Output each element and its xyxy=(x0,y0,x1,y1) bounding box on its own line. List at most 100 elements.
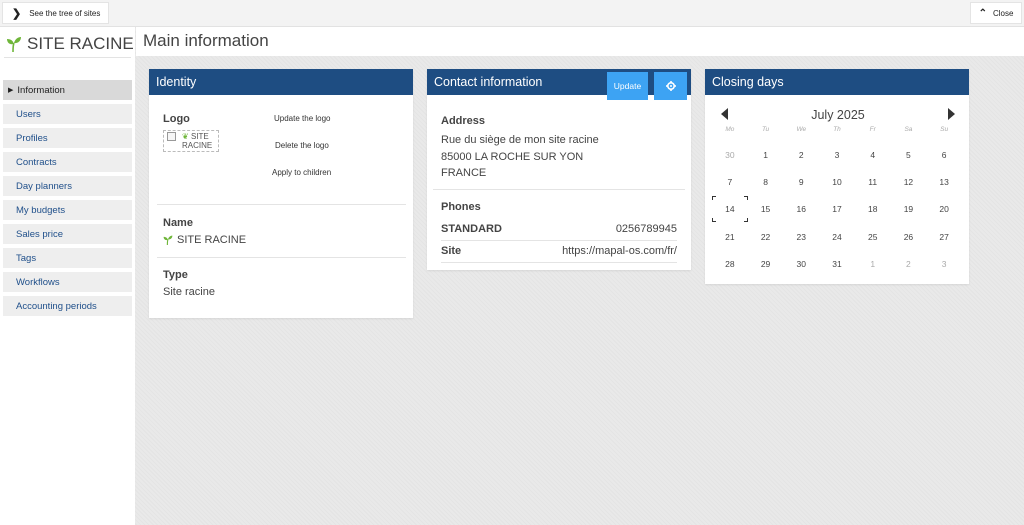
weekday-label: Sa xyxy=(904,126,913,133)
closing-days-header: Closing days xyxy=(705,69,969,95)
phone-row-site: Site https://mapal-os.com/fr/ xyxy=(441,245,677,257)
calendar-day[interactable]: 5 xyxy=(891,141,927,168)
sidebar-item-label: Contracts xyxy=(16,156,57,168)
site-title-text: SITE RACINE xyxy=(27,34,134,53)
calendar-day[interactable]: 30 xyxy=(783,251,819,278)
sidebar-item-label: Information xyxy=(17,84,65,96)
type-label: Type xyxy=(163,269,188,281)
address-line: Rue du siège de mon site racine xyxy=(441,134,599,146)
sidebar-item-workflows[interactable]: Workflows xyxy=(3,272,132,292)
calendar-day[interactable]: 11 xyxy=(855,168,891,195)
sprout-icon xyxy=(163,235,173,245)
triangle-right-icon[interactable] xyxy=(948,108,955,120)
apply-to-children-link[interactable]: Apply to children xyxy=(272,168,331,177)
calendar-day[interactable]: 6 xyxy=(926,141,962,168)
chevron-up-icon: ⌃ xyxy=(978,7,987,19)
delete-logo-link[interactable]: Delete the logo xyxy=(275,141,329,150)
address-line: 85000 LA ROCHE SUR YON xyxy=(441,150,584,163)
type-value: Site racine xyxy=(163,286,215,298)
sidebar-item-label: Users xyxy=(16,108,41,120)
logo-image: ❦ SITE RACINE xyxy=(163,130,219,152)
weekday-label: Mo xyxy=(725,126,735,133)
sidebar-item-contracts[interactable]: Contracts xyxy=(3,152,132,172)
update-logo-link[interactable]: Update the logo xyxy=(274,114,331,123)
sidebar-item-tags[interactable]: Tags xyxy=(3,248,132,268)
phone-key: STANDARD xyxy=(441,223,502,235)
calendar-day[interactable]: 21 xyxy=(712,223,748,250)
calendar-day[interactable]: 30 xyxy=(712,141,748,168)
sidebar-item-sales-price[interactable]: Sales price xyxy=(3,224,132,244)
address-label: Address xyxy=(441,115,486,127)
calendar-day[interactable]: 25 xyxy=(855,223,891,250)
calendar-day[interactable]: 31 xyxy=(819,251,855,278)
calendar-day[interactable]: 4 xyxy=(855,141,891,168)
divider xyxy=(441,262,677,263)
name-value-text: SITE RACINE xyxy=(177,234,247,246)
sidebar-item-profiles[interactable]: Profiles xyxy=(3,128,132,148)
calendar-day[interactable]: 3 xyxy=(926,251,962,278)
top-bar: ❯ See the tree of sites ⌃ Close xyxy=(0,0,1024,27)
triangle-right-icon: ▶ xyxy=(8,87,14,94)
calendar-day[interactable]: 16 xyxy=(783,196,819,223)
calendar-day[interactable]: 2 xyxy=(783,141,819,168)
page-title: Main information xyxy=(143,31,269,50)
calendar-day[interactable]: 17 xyxy=(819,196,855,223)
sidebar-menu: ▶ Information Users Profiles Contracts Day pl… xyxy=(3,80,132,320)
calendar-day[interactable]: 18 xyxy=(855,196,891,223)
sprout-icon xyxy=(7,37,21,52)
sidebar-item-accounting-periods[interactable]: Accounting periods xyxy=(3,296,132,316)
sidebar: SITE RACINE ▶ Information Users Profiles Con… xyxy=(0,27,135,525)
calendar-day[interactable]: 2 xyxy=(891,251,927,278)
page-title-bar: Main information xyxy=(136,27,1024,56)
calendar-day[interactable]: 27 xyxy=(926,223,962,250)
calendar-day[interactable]: 13 xyxy=(926,168,962,195)
calendar-day[interactable]: 26 xyxy=(891,223,927,250)
update-button[interactable]: Update xyxy=(607,72,648,100)
site-url[interactable]: https://mapal-os.com/fr/ xyxy=(562,245,677,257)
name-label: Name xyxy=(163,217,193,229)
calendar-day[interactable]: 29 xyxy=(748,251,784,278)
calendar-day[interactable]: 12 xyxy=(891,168,927,195)
calendar-day[interactable]: 19 xyxy=(891,196,927,223)
calendar-day[interactable]: 24 xyxy=(819,223,855,250)
phone-value: 0256789945 xyxy=(615,223,677,235)
calendar-month: July 2025 xyxy=(811,108,865,122)
contact-card: Contact information Update Address Rue d… xyxy=(427,69,691,270)
divider xyxy=(157,257,406,258)
sidebar-item-label: Tags xyxy=(16,252,37,264)
sidebar-item-my-budgets[interactable]: My budgets xyxy=(3,200,132,220)
site-title: SITE RACINE xyxy=(6,34,134,54)
calendar-day[interactable]: 10 xyxy=(819,168,855,195)
calendar-day[interactable]: 20 xyxy=(926,196,962,223)
calendar-day[interactable]: 23 xyxy=(783,223,819,250)
address-value: Rue du siège de mon site racine 85000 LA… xyxy=(441,132,599,182)
calendar-day[interactable]: 8 xyxy=(748,168,784,195)
identity-card: Identity Logo ❦ SITE RACINE Update the l… xyxy=(149,69,413,318)
contact-header-title: Contact information xyxy=(434,75,543,89)
sidebar-item-information[interactable]: ▶ Information xyxy=(3,80,132,100)
calendar-grid: 30 1 2 3 4 5 6 7 8 9 10 11 12 13 14 15 16 17 18 19 20 21 22 23 2… xyxy=(712,141,962,278)
calendar-day-today[interactable]: 14 xyxy=(712,196,748,223)
sidebar-item-day-planners[interactable]: Day planners xyxy=(3,176,132,196)
calendar-day[interactable]: 3 xyxy=(819,141,855,168)
logo-alt-line1: ❦ SITE xyxy=(182,132,209,141)
close-button[interactable]: ⌃ Close xyxy=(970,2,1022,24)
calendar-day[interactable]: 15 xyxy=(748,196,784,223)
see-tree-button[interactable]: ❯ See the tree of sites xyxy=(2,2,110,24)
sidebar-item-label: Workflows xyxy=(16,276,60,288)
sidebar-item-label: Profiles xyxy=(16,132,48,144)
broken-image-icon xyxy=(167,132,176,141)
calendar-day[interactable]: 28 xyxy=(712,251,748,278)
calendar-day[interactable]: 9 xyxy=(783,168,819,195)
weekday-label: We xyxy=(796,126,807,133)
calendar-day[interactable]: 22 xyxy=(748,223,784,250)
phones-label: Phones xyxy=(441,201,481,213)
calendar-day[interactable]: 1 xyxy=(748,141,784,168)
settings-button[interactable] xyxy=(654,72,687,100)
sidebar-item-users[interactable]: Users xyxy=(3,104,132,124)
address-line: FRANCE xyxy=(441,167,487,179)
calendar-day[interactable]: 7 xyxy=(712,168,748,195)
calendar-day[interactable]: 1 xyxy=(855,251,891,278)
phone-row-standard: STANDARD 0256789945 xyxy=(441,223,677,235)
see-tree-label: See the tree of sites xyxy=(29,8,101,18)
